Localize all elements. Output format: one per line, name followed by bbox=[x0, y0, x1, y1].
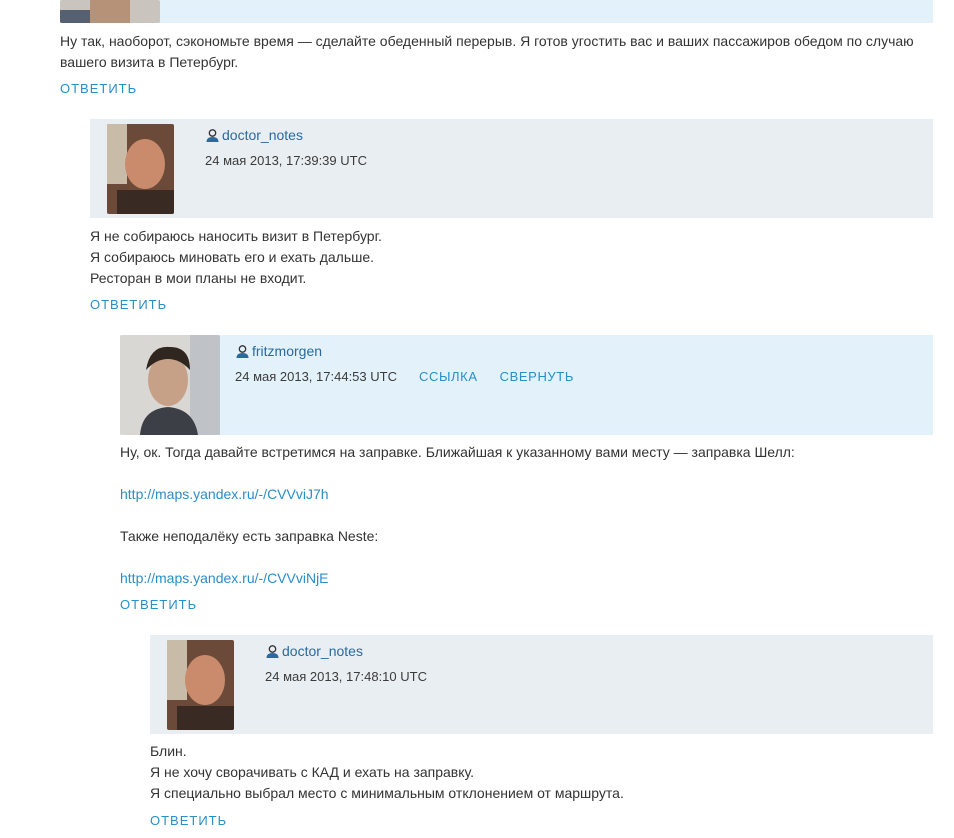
timestamp: 24 мая 2013, 17:48:10 UTC bbox=[265, 669, 427, 684]
collapse-button[interactable]: СВЕРНУТЬ bbox=[500, 369, 574, 384]
avatar[interactable] bbox=[107, 124, 174, 214]
reply-button[interactable]: ОТВЕТИТЬ bbox=[150, 813, 227, 828]
reply-button[interactable]: ОТВЕТИТЬ bbox=[60, 81, 137, 96]
user-icon bbox=[236, 344, 249, 358]
comment-text: Ну, ок. Тогда давайте встретимся на запр… bbox=[120, 444, 795, 460]
comment-meta: 24 мая 2013, 17:44:53 UTC ССЫЛКА СВЕРНУТ… bbox=[235, 369, 574, 384]
user-icon bbox=[266, 644, 279, 658]
username-link[interactable]: doctor_notes bbox=[265, 643, 363, 659]
comment-text: Я собираюсь миновать его и ехать дальше. bbox=[90, 249, 375, 265]
comment-text: Также неподалёку есть заправка Neste: bbox=[120, 528, 379, 544]
comment-text: Я не хочу сворачивать с КАД и ехать на з… bbox=[150, 764, 475, 780]
comment-text: Я не собираюсь наносить визит в Петербур… bbox=[90, 228, 382, 244]
comment-body: Ну, ок. Тогда давайте встретимся на запр… bbox=[120, 442, 940, 589]
username: doctor_notes bbox=[222, 127, 303, 143]
comment-text: Блин. bbox=[150, 743, 187, 759]
comment-header bbox=[60, 0, 933, 23]
map-link[interactable]: http://maps.yandex.ru/-/CVVviJ7h bbox=[120, 486, 329, 502]
reply-button[interactable]: ОТВЕТИТЬ bbox=[120, 597, 197, 612]
comment-body: Блин. Я не хочу сворачивать с КАД и ехат… bbox=[150, 741, 624, 804]
user-icon bbox=[206, 128, 219, 142]
comment-text: Я специально выбрал место с минимальным … bbox=[150, 785, 624, 801]
comment-text: Ресторан в мои планы не входит. bbox=[90, 270, 307, 286]
map-link[interactable]: http://maps.yandex.ru/-/CVVviNjE bbox=[120, 570, 329, 586]
avatar[interactable] bbox=[167, 640, 234, 730]
comment-body: Ну так, наоборот, сэкономьте время — сде… bbox=[60, 31, 940, 73]
reply-button[interactable]: ОТВЕТИТЬ bbox=[90, 297, 167, 312]
username: doctor_notes bbox=[282, 643, 363, 659]
username-link[interactable]: doctor_notes bbox=[205, 127, 303, 143]
comment-meta: 24 мая 2013, 17:48:10 UTC bbox=[265, 669, 427, 684]
timestamp: 24 мая 2013, 17:39:39 UTC bbox=[205, 153, 367, 168]
timestamp: 24 мая 2013, 17:44:53 UTC bbox=[235, 369, 397, 384]
avatar[interactable] bbox=[120, 335, 220, 435]
comment-body: Я не собираюсь наносить визит в Петербур… bbox=[90, 226, 382, 289]
username: fritzmorgen bbox=[252, 343, 323, 359]
avatar[interactable] bbox=[60, 0, 160, 23]
comment-meta: 24 мая 2013, 17:39:39 UTC bbox=[205, 153, 367, 168]
permalink-button[interactable]: ССЫЛКА bbox=[419, 369, 478, 384]
comment-text: Ну так, наоборот, сэкономьте время — сде… bbox=[60, 33, 914, 70]
username-link[interactable]: fritzmorgen bbox=[235, 343, 322, 359]
